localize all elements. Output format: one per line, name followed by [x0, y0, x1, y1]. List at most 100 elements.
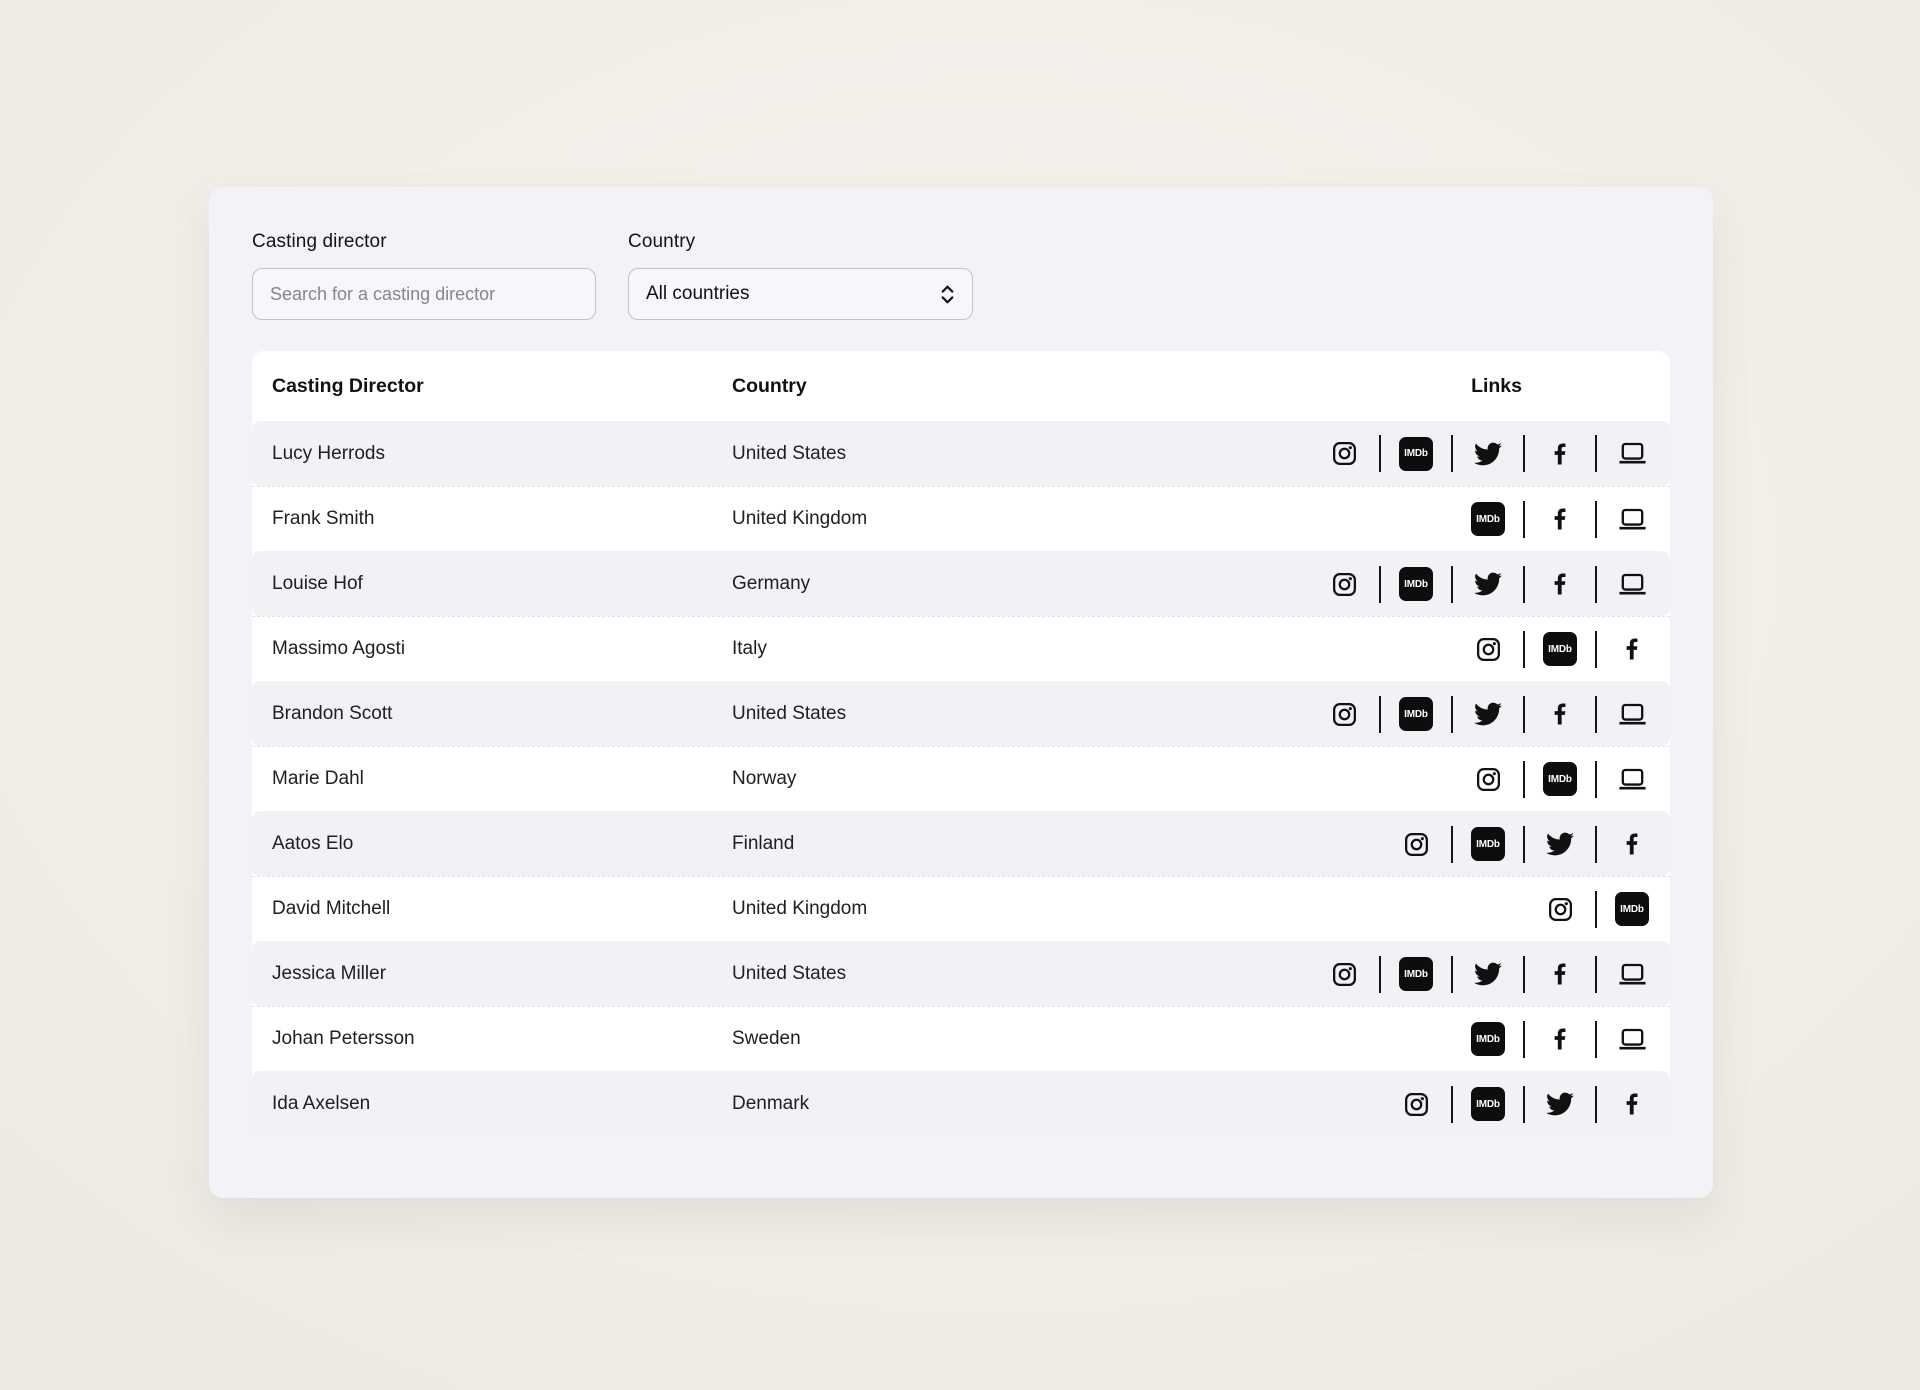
- instagram-link[interactable]: [1325, 564, 1363, 604]
- facebook-link[interactable]: [1613, 1084, 1651, 1124]
- instagram-link[interactable]: [1397, 824, 1435, 864]
- country-cell: United States: [732, 703, 1270, 725]
- link-separator: [1595, 1086, 1597, 1123]
- links-cell: IMDb: [1270, 1084, 1670, 1124]
- imdb-link[interactable]: IMDb: [1397, 954, 1435, 994]
- facebook-link[interactable]: [1541, 499, 1579, 539]
- facebook-link[interactable]: [1613, 824, 1651, 864]
- instagram-link[interactable]: [1469, 759, 1507, 799]
- table-row: Lucy Herrods United States IMDb: [252, 421, 1670, 486]
- twitter-link[interactable]: [1469, 694, 1507, 734]
- website-icon: [1617, 1026, 1648, 1053]
- country-filter-group: Country All countries: [628, 231, 973, 320]
- links-cell: IMDb: [1270, 434, 1670, 474]
- instagram-link[interactable]: [1325, 954, 1363, 994]
- website-link[interactable]: [1613, 434, 1651, 474]
- imdb-link[interactable]: IMDb: [1397, 564, 1435, 604]
- facebook-link[interactable]: [1541, 1019, 1579, 1059]
- link-separator: [1379, 956, 1381, 993]
- country-cell: United States: [732, 963, 1270, 985]
- country-cell: Italy: [732, 638, 1270, 660]
- header-casting-director: Casting Director: [252, 375, 732, 398]
- country-cell: Norway: [732, 768, 1270, 790]
- link-separator: [1379, 435, 1381, 472]
- link-separator: [1379, 566, 1381, 603]
- country-cell: United States: [732, 443, 1270, 465]
- country-select-value: All countries: [646, 283, 750, 305]
- instagram-link[interactable]: [1325, 694, 1363, 734]
- table-row: Louise Hof Germany IMDb: [252, 551, 1670, 616]
- facebook-link[interactable]: [1541, 434, 1579, 474]
- link-separator: [1523, 1086, 1525, 1123]
- country-cell: Finland: [732, 833, 1270, 855]
- imdb-link[interactable]: IMDb: [1397, 694, 1435, 734]
- instagram-link[interactable]: [1469, 629, 1507, 669]
- website-link[interactable]: [1613, 759, 1651, 799]
- link-separator: [1595, 501, 1597, 538]
- imdb-link[interactable]: IMDb: [1469, 824, 1507, 864]
- country-select[interactable]: All countries: [628, 268, 973, 320]
- twitter-link[interactable]: [1541, 1084, 1579, 1124]
- imdb-icon: IMDb: [1543, 632, 1577, 666]
- facebook-link[interactable]: [1541, 564, 1579, 604]
- website-link[interactable]: [1613, 499, 1651, 539]
- country-cell: Sweden: [732, 1028, 1270, 1050]
- instagram-icon: [1403, 831, 1430, 858]
- director-name-cell: Massimo Agosti: [252, 638, 732, 660]
- instagram-icon: [1331, 571, 1358, 598]
- link-separator: [1523, 696, 1525, 733]
- twitter-link[interactable]: [1469, 954, 1507, 994]
- website-link[interactable]: [1613, 1019, 1651, 1059]
- instagram-link[interactable]: [1397, 1084, 1435, 1124]
- table-row: Marie Dahl Norway IMDb: [252, 746, 1670, 811]
- director-name-cell: David Mitchell: [252, 898, 732, 920]
- link-separator: [1595, 696, 1597, 733]
- website-link[interactable]: [1613, 954, 1651, 994]
- country-cell: United Kingdom: [732, 508, 1270, 530]
- link-separator: [1595, 435, 1597, 472]
- facebook-icon: [1546, 1025, 1574, 1053]
- facebook-link[interactable]: [1541, 954, 1579, 994]
- link-separator: [1451, 956, 1453, 993]
- links-cell: IMDb: [1270, 629, 1670, 669]
- links-cell: IMDb: [1270, 889, 1670, 929]
- website-icon: [1617, 506, 1648, 533]
- director-filter-group: Casting director: [252, 231, 596, 320]
- website-link[interactable]: [1613, 694, 1651, 734]
- twitter-link[interactable]: [1541, 824, 1579, 864]
- link-separator: [1523, 631, 1525, 668]
- imdb-link[interactable]: IMDb: [1469, 499, 1507, 539]
- imdb-link[interactable]: IMDb: [1469, 1084, 1507, 1124]
- imdb-icon: IMDb: [1471, 1087, 1505, 1121]
- twitter-link[interactable]: [1469, 564, 1507, 604]
- website-link[interactable]: [1613, 564, 1651, 604]
- instagram-icon: [1475, 766, 1502, 793]
- link-separator: [1595, 1021, 1597, 1058]
- imdb-link[interactable]: IMDb: [1613, 889, 1651, 929]
- twitter-icon: [1546, 830, 1574, 858]
- facebook-icon: [1618, 830, 1646, 858]
- link-separator: [1523, 826, 1525, 863]
- filter-bar: Casting director Country All countries: [252, 231, 1670, 320]
- instagram-link[interactable]: [1541, 889, 1579, 929]
- imdb-link[interactable]: IMDb: [1397, 434, 1435, 474]
- imdb-link[interactable]: IMDb: [1541, 759, 1579, 799]
- search-input[interactable]: [252, 268, 596, 320]
- director-name-cell: Louise Hof: [252, 573, 732, 595]
- director-name-cell: Ida Axelsen: [252, 1093, 732, 1115]
- instagram-link[interactable]: [1325, 434, 1363, 474]
- link-separator: [1595, 891, 1597, 928]
- facebook-icon: [1546, 505, 1574, 533]
- imdb-link[interactable]: IMDb: [1469, 1019, 1507, 1059]
- twitter-link[interactable]: [1469, 434, 1507, 474]
- link-separator: [1523, 956, 1525, 993]
- instagram-icon: [1403, 1091, 1430, 1118]
- country-cell: Germany: [732, 573, 1270, 595]
- link-separator: [1379, 696, 1381, 733]
- facebook-link[interactable]: [1541, 694, 1579, 734]
- link-separator: [1451, 566, 1453, 603]
- link-separator: [1451, 696, 1453, 733]
- facebook-link[interactable]: [1613, 629, 1651, 669]
- imdb-icon: IMDb: [1399, 567, 1433, 601]
- imdb-link[interactable]: IMDb: [1541, 629, 1579, 669]
